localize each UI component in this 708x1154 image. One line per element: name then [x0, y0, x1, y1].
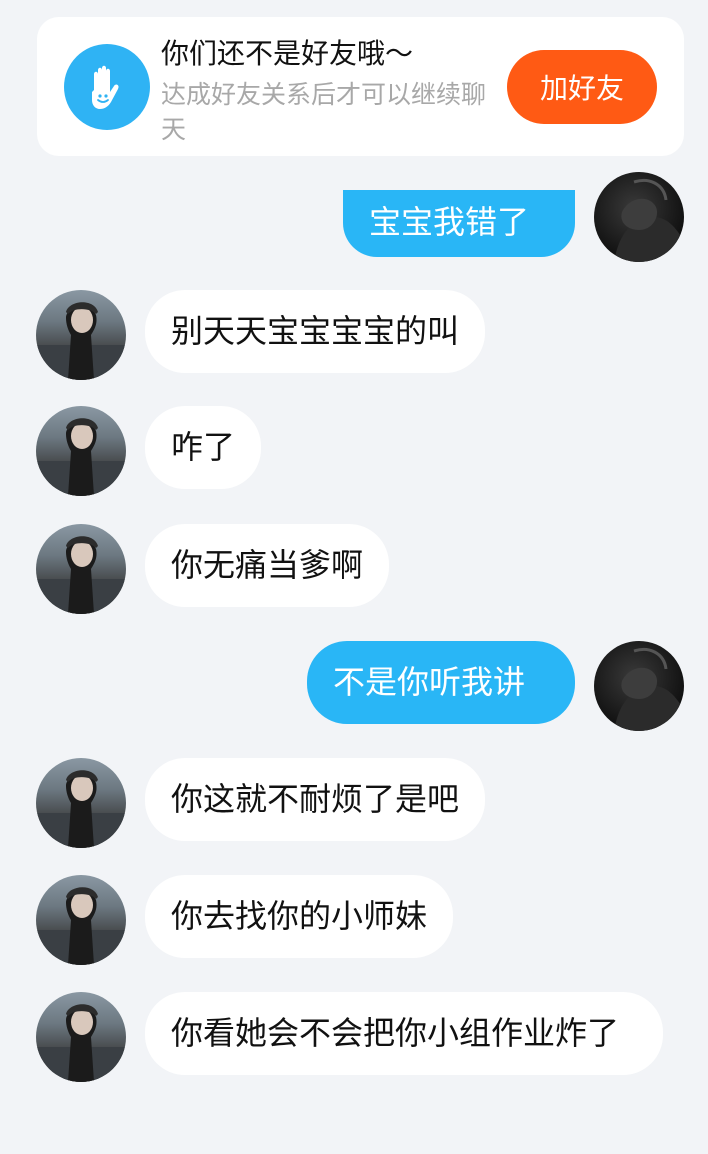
message-bubble[interactable]: 宝宝我错了 — [343, 190, 575, 257]
add-friend-button[interactable]: 加好友 — [507, 50, 657, 124]
banner-subtitle: 达成好友关系后才可以继续聊天 — [161, 80, 487, 144]
message-bubble[interactable]: 不是你听我讲 — [307, 641, 575, 724]
avatar-contact[interactable] — [36, 524, 126, 614]
avatar-contact[interactable] — [36, 875, 126, 965]
avatar-contact[interactable] — [36, 758, 126, 848]
message-bubble[interactable]: 你这就不耐烦了是吧 — [145, 758, 486, 841]
avatar-contact[interactable] — [36, 406, 126, 496]
message-bubble[interactable]: 别天天宝宝宝宝的叫 — [145, 290, 486, 373]
banner-title: 你们还不是好友哦～ — [161, 37, 414, 70]
chat-area: 宝宝我错了 别天天宝宝宝宝的叫 咋了 你无痛当爹啊 不是你听我讲 你这就不耐烦了… — [0, 0, 708, 1154]
avatar-contact[interactable] — [36, 290, 126, 380]
message-bubble[interactable]: 你去找你的小师妹 — [145, 875, 454, 958]
avatar-me[interactable] — [594, 641, 684, 731]
avatar-contact[interactable] — [36, 992, 126, 1082]
avatar-me[interactable] — [594, 172, 684, 262]
message-bubble[interactable]: 咋了 — [145, 406, 262, 489]
message-bubble[interactable]: 你看她会不会把你小组作业炸了 — [145, 992, 663, 1075]
message-bubble[interactable]: 你无痛当爹啊 — [145, 524, 390, 607]
wave-hand-icon — [64, 44, 150, 130]
friend-request-banner: 你们还不是好友哦～ 达成好友关系后才可以继续聊天 加好友 — [37, 17, 684, 156]
